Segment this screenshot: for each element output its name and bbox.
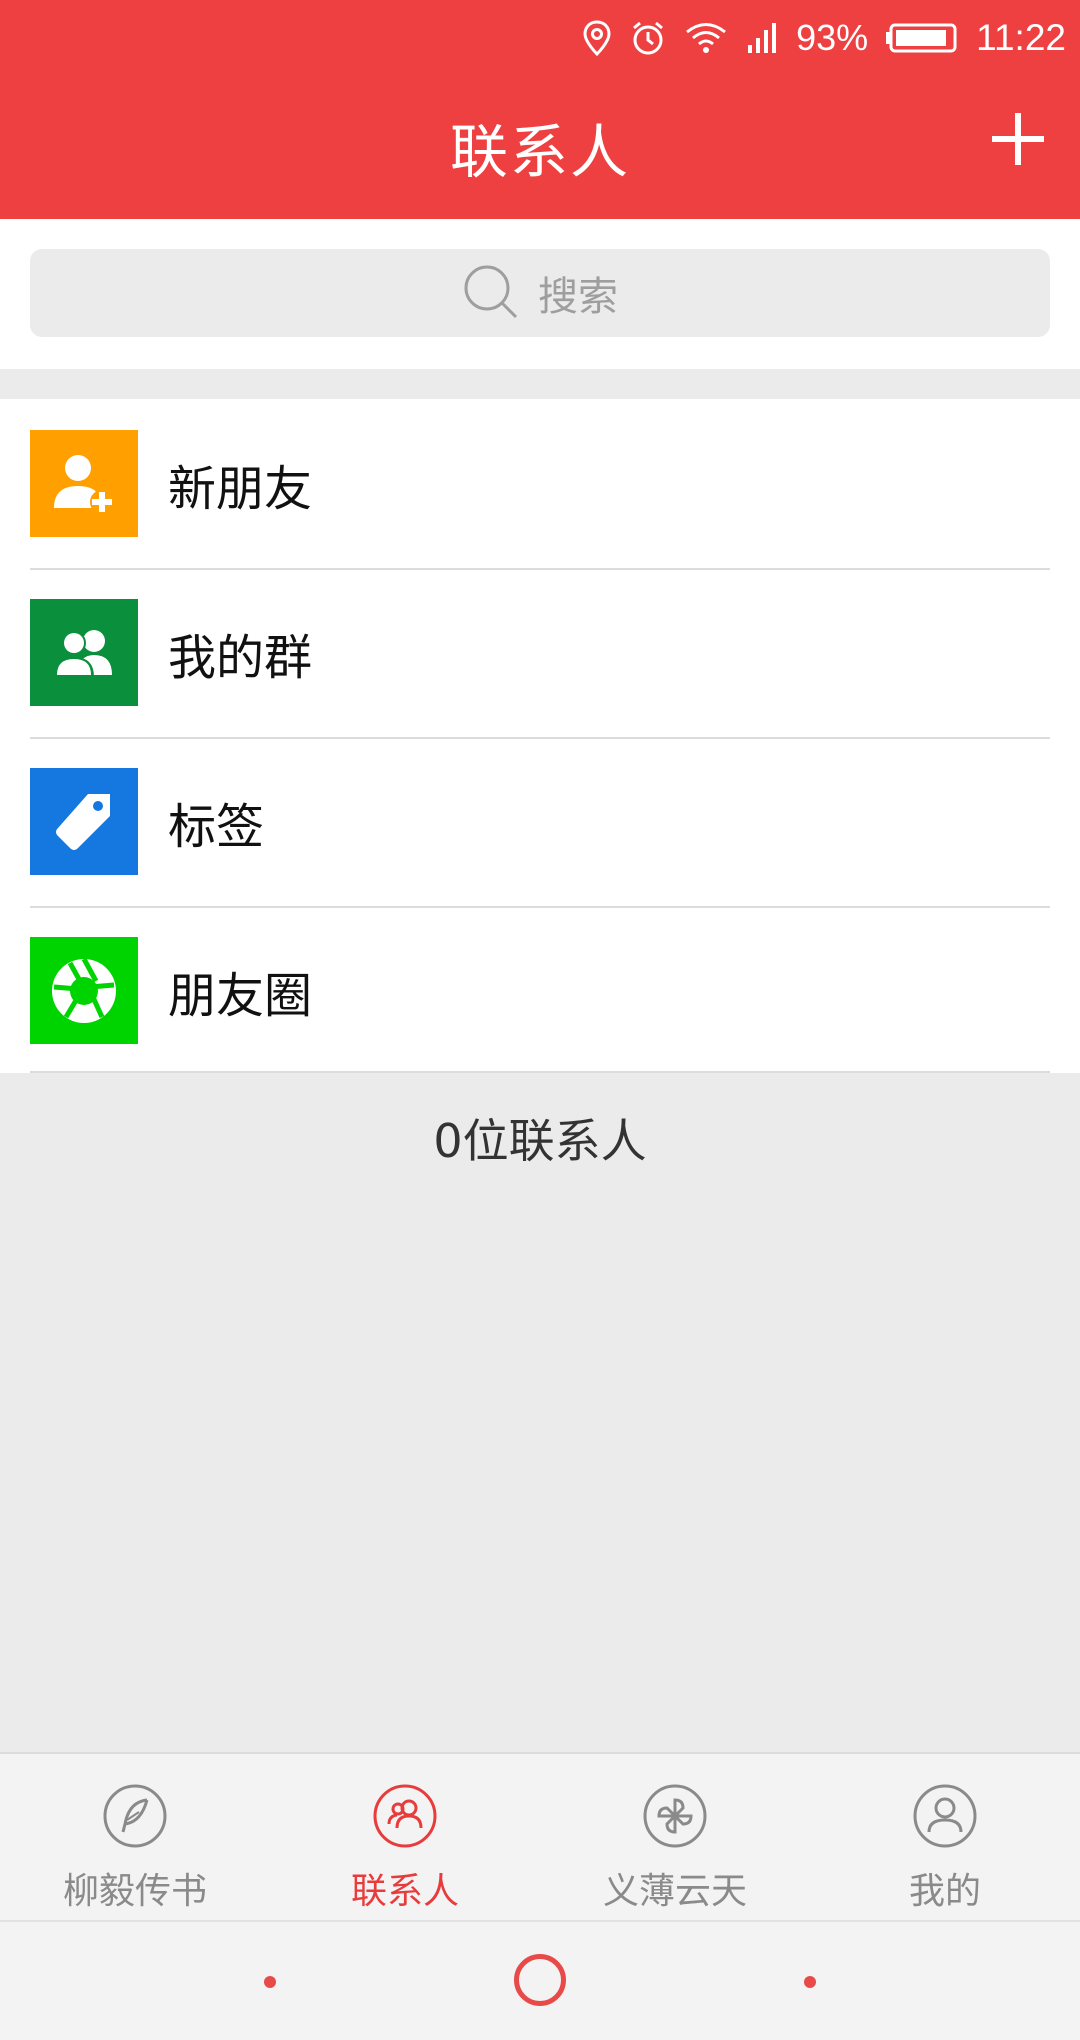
search-icon <box>464 265 518 319</box>
profile-icon <box>913 1784 977 1848</box>
menu-item-label: 朋友圈 <box>168 967 313 1024</box>
pinwheel-icon <box>643 1784 707 1848</box>
tab-label: 我的 <box>908 1871 981 1912</box>
tab-label: 柳毅传书 <box>62 1871 207 1912</box>
menu-item-tags[interactable]: 标签 <box>0 737 1080 906</box>
tab-liuyi-chuanshu[interactable]: 柳毅传书 <box>0 1754 270 1922</box>
tab-mine[interactable]: 我的 <box>810 1754 1080 1922</box>
tag-icon <box>30 768 138 875</box>
tab-label: 联系人 <box>350 1871 459 1912</box>
page-title: 联系人 <box>449 118 630 186</box>
tab-label: 义薄云天 <box>602 1871 747 1912</box>
menu-item-new-friends[interactable]: 新朋友 <box>0 399 1080 568</box>
feather-icon <box>103 1784 167 1848</box>
search-section: 搜索 <box>0 219 1080 369</box>
plus-icon <box>992 113 1044 165</box>
add-user-icon <box>30 430 138 537</box>
tab-yibo-yuntian[interactable]: 义薄云天 <box>540 1754 810 1922</box>
menu-item-label: 我的群 <box>168 629 313 686</box>
contacts-icon <box>373 1784 437 1848</box>
bottom-tab-bar: 柳毅传书 联系人 义薄云天 我的 <box>0 1752 1080 1920</box>
signal-icon <box>746 21 778 55</box>
wifi-icon <box>684 21 728 55</box>
status-time: 11:22 <box>976 16 1066 58</box>
location-icon <box>582 19 612 56</box>
home-circle-icon[interactable] <box>514 1954 566 2006</box>
contact-menu-list: 新朋友 我的群 标签 朋友圈 <box>0 399 1080 1073</box>
search-input[interactable]: 搜索 <box>30 249 1050 337</box>
group-icon <box>30 599 138 706</box>
contact-count: 0位联系人 <box>433 1114 647 1168</box>
alarm-icon <box>630 20 666 56</box>
tab-contacts[interactable]: 联系人 <box>270 1754 540 1922</box>
app-header: 联系人 <box>0 75 1080 219</box>
status-bar: 93% 11:22 <box>0 0 1080 75</box>
add-button[interactable] <box>986 107 1050 171</box>
menu-item-moments[interactable]: 朋友圈 <box>0 906 1080 1075</box>
battery-icon <box>886 22 958 54</box>
system-nav-bar <box>0 1920 1080 2040</box>
aperture-icon <box>30 937 138 1044</box>
battery-percent: 93% <box>796 16 869 58</box>
search-placeholder: 搜索 <box>538 274 618 320</box>
recents-dot-icon[interactable] <box>804 1976 816 1988</box>
menu-item-my-groups[interactable]: 我的群 <box>0 568 1080 737</box>
menu-item-label: 新朋友 <box>168 460 313 517</box>
back-dot-icon[interactable] <box>264 1976 276 1988</box>
menu-item-label: 标签 <box>168 798 265 855</box>
